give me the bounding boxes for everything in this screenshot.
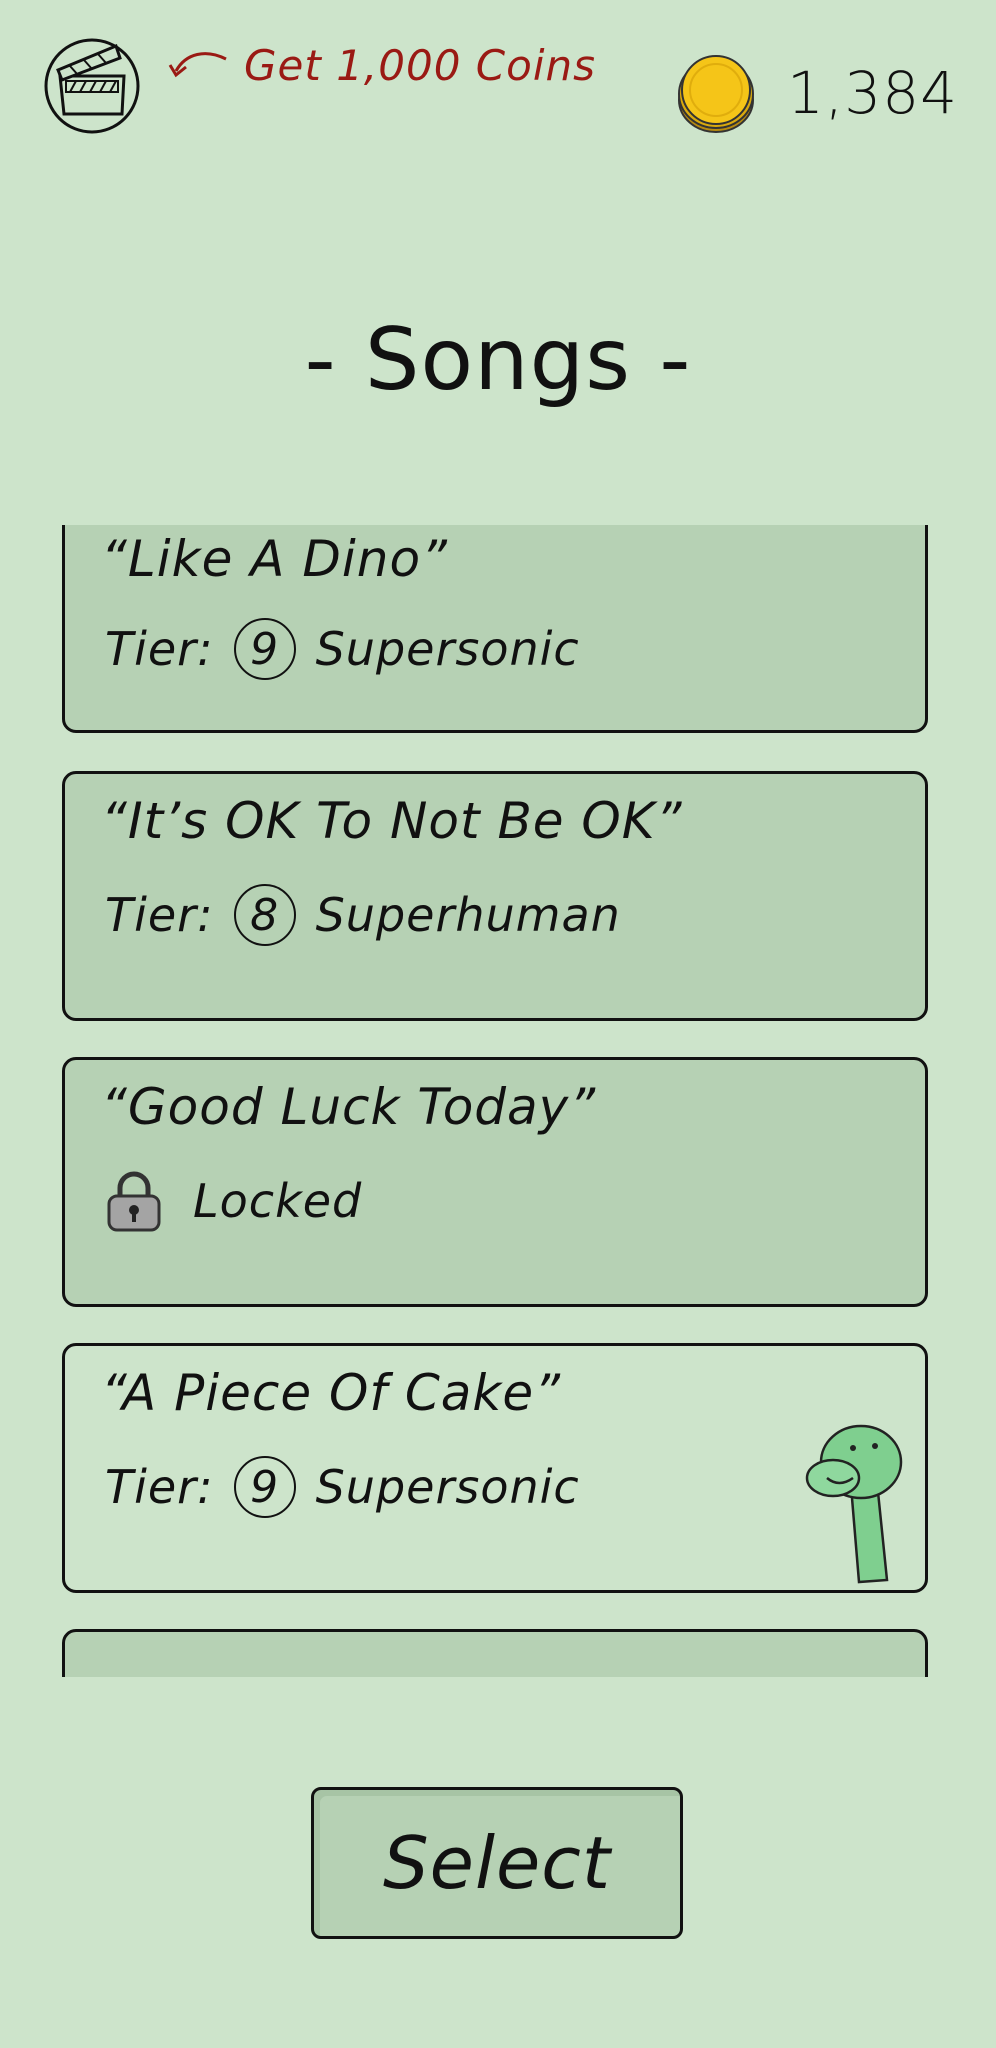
song-card-good-luck-today[interactable]: “Good Luck Today” Locked <box>62 1057 928 1307</box>
select-button[interactable]: Select <box>311 1787 683 1939</box>
song-title: “It’s OK To Not Be OK” <box>101 792 683 850</box>
song-card-its-ok[interactable]: “It’s OK To Not Be OK” Tier: 8 Superhuma… <box>62 771 928 1021</box>
tier-label: Tier: <box>105 622 214 676</box>
tier-name: Superhuman <box>315 888 621 942</box>
song-card-a-piece-of-cake[interactable]: “A Piece Of Cake” Tier: 9 Supersonic <box>62 1343 928 1593</box>
video-clapper-icon <box>44 38 140 134</box>
coin-count: 1,384 <box>786 59 958 127</box>
song-card-next[interactable] <box>62 1629 928 1677</box>
tier-label: Tier: <box>105 1460 214 1514</box>
coin-balance: 1,384 <box>675 48 958 138</box>
curved-arrow-icon <box>168 52 227 78</box>
song-title: “Good Luck Today” <box>101 1078 597 1136</box>
tier-label: Tier: <box>105 888 214 942</box>
song-title: “A Piece Of Cake” <box>101 1364 562 1422</box>
song-status: Locked <box>105 1170 362 1232</box>
locked-label: Locked <box>193 1174 363 1228</box>
coin-offer[interactable]: Get 1,000 Coins <box>166 30 596 100</box>
song-list[interactable]: “Like A Dino” Tier: 9 Supersonic “It’s O… <box>60 525 936 1677</box>
tier-number-badge: 8 <box>233 884 296 946</box>
song-card-like-a-dino[interactable]: “Like A Dino” Tier: 9 Supersonic <box>62 525 928 733</box>
tier-name: Supersonic <box>315 622 580 676</box>
song-title: “Like A Dino” <box>101 530 448 588</box>
watch-video-button[interactable] <box>38 26 148 136</box>
coin-stack-icon <box>677 55 754 133</box>
tier-number-badge: 9 <box>233 1456 296 1518</box>
tier-name: Supersonic <box>315 1460 580 1514</box>
dino-icon <box>805 1424 903 1584</box>
offer-text: Get 1,000 Coins <box>244 40 596 90</box>
lock-icon <box>107 1171 161 1232</box>
tier-number-badge: 9 <box>233 618 296 680</box>
song-tier: Tier: 9 Supersonic <box>105 618 580 680</box>
song-tier: Tier: 8 Superhuman <box>105 884 621 946</box>
song-tier: Tier: 9 Supersonic <box>105 1456 580 1518</box>
page-title: - Songs - <box>304 310 692 410</box>
